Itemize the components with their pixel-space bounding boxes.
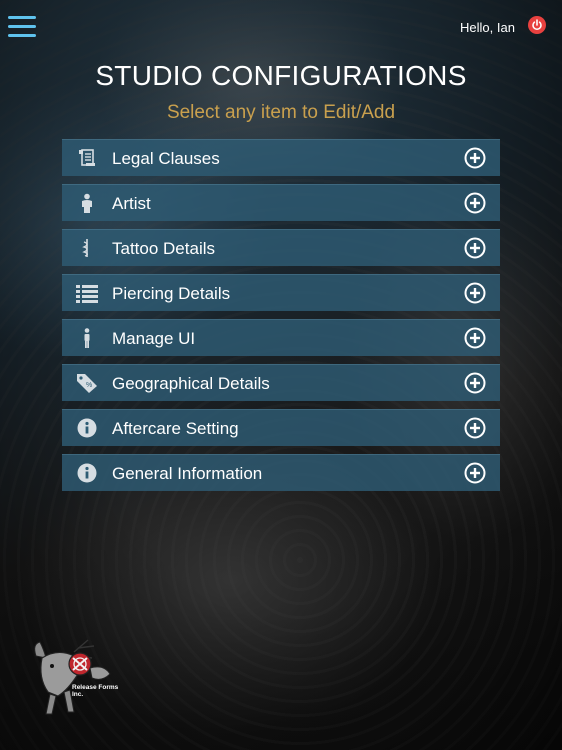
menu-item-label: Legal Clauses xyxy=(112,149,220,168)
page-subtitle: Select any item to Edit/Add xyxy=(166,102,396,123)
menu-item-manage-ui[interactable]: Manage UI xyxy=(62,319,500,356)
add-circle-icon[interactable] xyxy=(464,282,486,304)
info-icon xyxy=(76,463,98,483)
menu-item-label: Geographical Details xyxy=(112,374,270,393)
menu-item-general-information[interactable]: General Information xyxy=(62,454,500,491)
add-circle-icon[interactable] xyxy=(464,192,486,214)
logo-text: Release Forms Inc. xyxy=(72,684,119,698)
add-circle-icon[interactable] xyxy=(464,147,486,169)
release-forms-logo: Release Forms Inc. xyxy=(28,634,128,720)
screen: Hello, Ian STUDIO CONFIGURATIONS Select … xyxy=(0,0,562,750)
menu-item-label: Piercing Details xyxy=(112,284,231,303)
user-greeting: Hello, Ian xyxy=(460,20,515,35)
figure-icon xyxy=(76,328,98,348)
logout-power-icon[interactable] xyxy=(528,16,546,34)
tattoo-icon xyxy=(76,238,98,258)
hamburger-line xyxy=(8,16,36,19)
add-circle-icon[interactable] xyxy=(464,327,486,349)
menu-item-piercing-details[interactable]: Piercing Details xyxy=(62,274,500,311)
hamburger-line xyxy=(8,25,36,28)
menu-item-tattoo-details[interactable]: Tattoo Details xyxy=(62,229,500,266)
tag-icon: % xyxy=(76,373,98,393)
menu-item-label: General Information xyxy=(112,464,263,483)
list-icon xyxy=(76,283,98,303)
add-circle-icon[interactable] xyxy=(464,417,486,439)
add-circle-icon[interactable] xyxy=(464,237,486,259)
menu-item-label: Artist xyxy=(112,194,151,213)
person-icon xyxy=(76,193,98,213)
add-circle-icon[interactable] xyxy=(464,462,486,484)
hamburger-menu-icon[interactable] xyxy=(8,16,36,38)
menu-item-legal-clauses[interactable]: Legal Clauses xyxy=(62,139,500,176)
power-symbol xyxy=(532,19,542,31)
menu-item-label: Tattoo Details xyxy=(112,239,215,258)
menu-item-label: Manage UI xyxy=(112,329,196,348)
menu-item-geographical-details[interactable]: % Geographical Details xyxy=(62,364,500,401)
menu-item-artist[interactable]: Artist xyxy=(62,184,500,221)
page-title: STUDIO CONFIGURATIONS xyxy=(95,60,467,91)
add-circle-icon[interactable] xyxy=(464,372,486,394)
scroll-icon xyxy=(76,148,98,168)
info-icon xyxy=(76,418,98,438)
config-menu-list: Legal Clauses Artist Tattoo Details Pier… xyxy=(62,139,500,499)
menu-item-aftercare-setting[interactable]: Aftercare Setting xyxy=(62,409,500,446)
hamburger-line xyxy=(8,34,36,37)
menu-item-label: Aftercare Setting xyxy=(112,419,239,438)
svg-text:%: % xyxy=(86,382,92,389)
